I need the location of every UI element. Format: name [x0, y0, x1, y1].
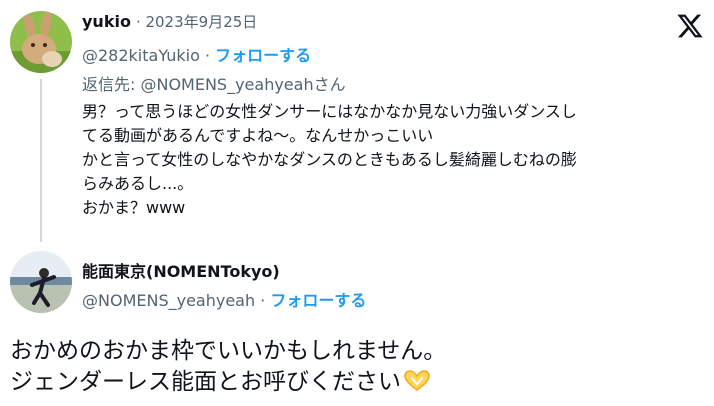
author-name[interactable]: yukio	[82, 12, 131, 31]
separator-dot: ·	[255, 291, 271, 310]
main-text-line-with-emoji: ジェンダーレス能面とお呼びください	[10, 367, 700, 398]
x-logo-icon[interactable]	[676, 12, 704, 40]
reply-body-line: おかま？www	[82, 198, 186, 217]
follow-button[interactable]: フォローする	[215, 46, 311, 65]
reply-body: 男？って思うほどの女性ダンサーにはなかなか見ない力強いダンスし てる動画があるん…	[82, 100, 707, 220]
separator-dot: ·	[199, 46, 216, 65]
reply-handle-row: @282kitaYukio · フォローする	[82, 42, 311, 66]
post-date[interactable]: · 2023年9月25日	[136, 11, 257, 32]
main-text-line: ジェンダーレス能面とお呼びください	[10, 369, 401, 395]
main-author-name[interactable]: 能面東京(NOMENTokyo)	[82, 258, 280, 282]
thread-connector-line	[40, 79, 42, 242]
reply-body-line: 男？って思うほどの女性ダンサーにはなかなか見ない力強いダンスし	[82, 102, 577, 121]
main-text-line: おかめのおかま枠でいいかもしれません。	[10, 338, 447, 364]
reply-body-line: てる動画があるんですよね〜。なんせかっこいい	[82, 126, 434, 145]
replying-to-label[interactable]: 返信先: @NOMENS_yeahyeahさん	[82, 71, 346, 95]
main-handle-row: @NOMENS_yeahyeah · フォローする	[82, 287, 366, 311]
reply-header: yukio · 2023年9月25日	[82, 11, 257, 37]
follow-button[interactable]: フォローする	[270, 291, 366, 310]
author-handle[interactable]: @282kitaYukio	[82, 46, 200, 65]
reply-body-line: かと言って女性のしなやかなダンスのときもあるし髪綺麗しむねの膨	[82, 150, 577, 169]
heart-hands-emoji-icon	[404, 370, 430, 391]
main-post-text: おかめのおかま枠でいいかもしれません。 ジェンダーレス能面とお呼びください	[10, 336, 700, 398]
avatar-yukio[interactable]	[10, 11, 72, 73]
rabbit-avatar-image	[10, 11, 72, 73]
author-handle[interactable]: @NOMENS_yeahyeah	[82, 291, 255, 310]
reply-body-line: らみあるし...。	[82, 174, 194, 193]
dancer-avatar-image	[10, 251, 72, 313]
avatar-nomentokyo[interactable]	[10, 251, 72, 313]
